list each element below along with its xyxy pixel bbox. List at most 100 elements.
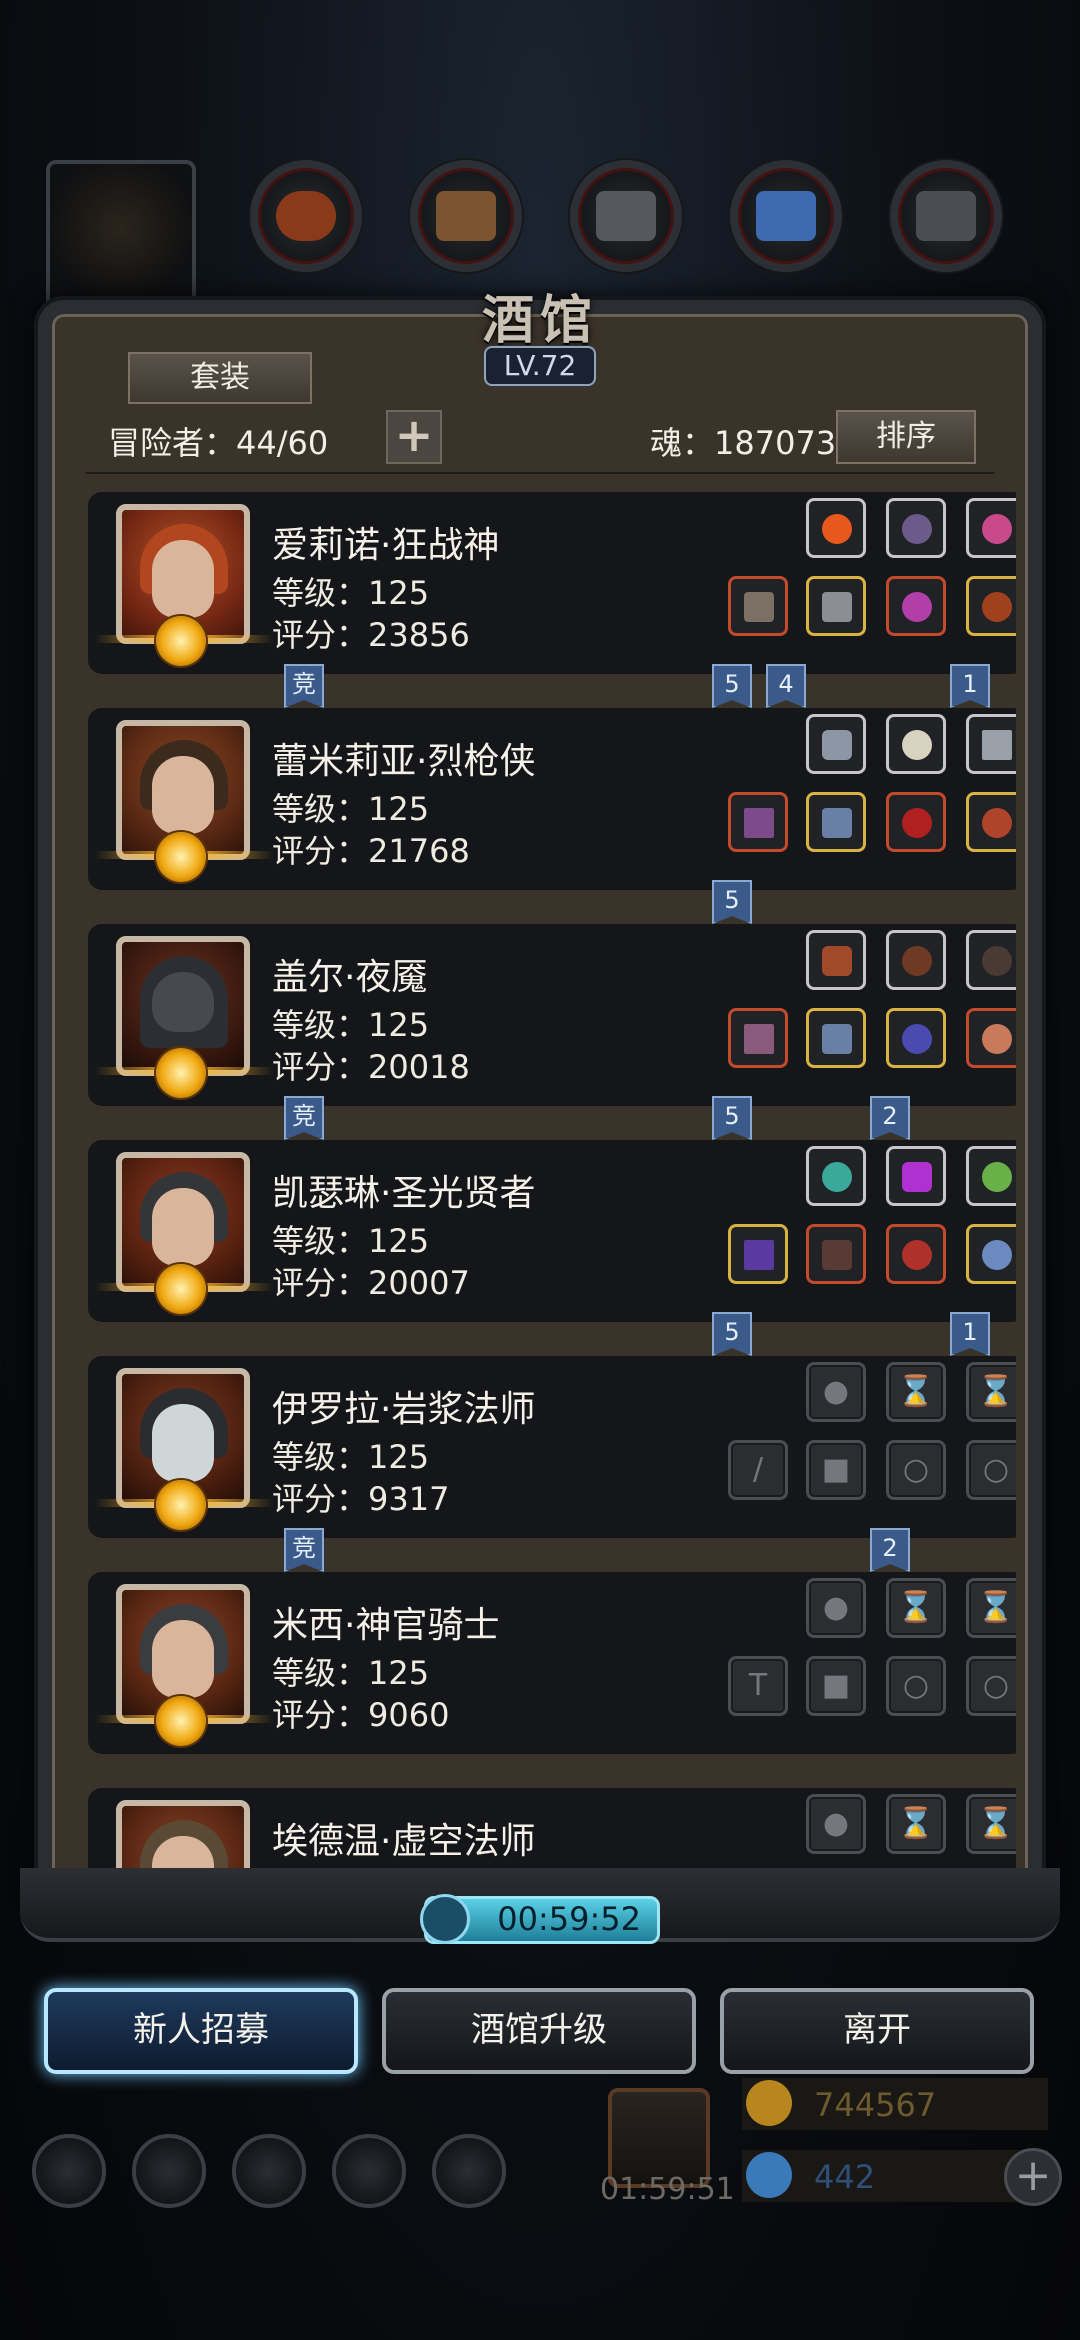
equip-slot[interactable]	[806, 714, 866, 774]
upgrade-flag: 1	[950, 1312, 990, 1356]
hero-list[interactable]: 爱莉诺·狂战神 等级：125 评分：23856 竞 5 4 1 蕾米莉亚·烈枪侠…	[66, 478, 1016, 1873]
hero-level: 等级：125	[272, 1006, 430, 1044]
empty-slot[interactable]: T	[728, 1656, 788, 1716]
hero-card[interactable]: 盖尔·夜魇 等级：125 评分：20018	[88, 924, 1016, 1106]
book-icon	[436, 191, 496, 241]
hero-card[interactable]: 埃德温·虚空法师 ● ⌛ ⌛	[88, 1788, 1016, 1873]
equip-slot[interactable]	[886, 930, 946, 990]
empty-slot[interactable]: ●	[806, 1794, 866, 1854]
equip-slot[interactable]	[886, 1008, 946, 1068]
dark-gem-icon	[902, 514, 932, 544]
empty-slot[interactable]: ⌛	[966, 1362, 1016, 1422]
equip-slot[interactable]	[806, 498, 866, 558]
upgrade-tavern-button[interactable]: 酒馆升级	[382, 1988, 696, 2074]
set-button[interactable]: 套装	[128, 352, 312, 404]
upgrade-flag: 2	[870, 1528, 910, 1572]
eye-ring-icon	[902, 808, 932, 838]
hero-card[interactable]: 米西·神官骑士 等级：125 评分：9060 ● ⌛ ⌛ T ■ ○ ○	[88, 1572, 1016, 1754]
flame-icon: ●	[822, 1806, 850, 1841]
page-title: 酒馆	[481, 290, 598, 351]
hero-card[interactable]: 爱莉诺·狂战神 等级：125 评分：23856	[88, 492, 1016, 674]
bag-icon	[276, 191, 336, 241]
empty-slot[interactable]: ●	[806, 1578, 866, 1638]
equip-slot[interactable]	[966, 714, 1016, 774]
face-shape	[152, 540, 214, 618]
sort-button[interactable]: 排序	[836, 410, 976, 464]
settings-gear-icon[interactable]	[32, 2134, 106, 2208]
tab-books[interactable]	[410, 160, 522, 272]
empty-slot[interactable]: ⌛	[966, 1578, 1016, 1638]
equip-slot[interactable]	[966, 498, 1016, 558]
equip-slot[interactable]	[966, 1224, 1016, 1284]
empty-slot[interactable]: ■	[806, 1656, 866, 1716]
equip-slot[interactable]	[886, 1146, 946, 1206]
tab-bags[interactable]	[250, 160, 362, 272]
equip-slot[interactable]	[886, 576, 946, 636]
empty-slot[interactable]: ○	[886, 1440, 946, 1500]
adventurer-count: 冒险者：44/60	[108, 424, 329, 462]
equip-slot[interactable]	[728, 1224, 788, 1284]
equip-slot[interactable]	[806, 792, 866, 852]
ring-icon: ○	[902, 1668, 930, 1703]
tab-crystals[interactable]	[730, 160, 842, 272]
armor-icon: ■	[821, 1452, 851, 1487]
hourglass-icon: ⌛	[977, 1374, 1015, 1409]
hero-card[interactable]: 凯瑟琳·圣光贤者 等级：125 评分：20007	[88, 1140, 1016, 1322]
equip-slot[interactable]	[886, 714, 946, 774]
flame-icon: ●	[822, 1590, 850, 1625]
staff-icon: /	[752, 1452, 764, 1487]
hero-name: 米西·神官骑士	[272, 1605, 500, 1646]
tab-steps[interactable]	[890, 160, 1002, 272]
equip-slot[interactable]	[806, 930, 866, 990]
upgrade-flag: 5	[712, 1096, 752, 1140]
mail-icon[interactable]	[332, 2134, 406, 2208]
equip-slot[interactable]	[886, 1224, 946, 1284]
empty-slot[interactable]: ○	[886, 1656, 946, 1716]
equip-slot[interactable]	[886, 498, 946, 558]
hero-name: 爱莉诺·狂战神	[272, 525, 500, 566]
equip-slot[interactable]	[966, 930, 1016, 990]
face-shape	[152, 1188, 214, 1266]
fire-gem-icon	[822, 514, 852, 544]
add-resource-button[interactable]: +	[1004, 2148, 1062, 2206]
equip-slot[interactable]	[966, 1008, 1016, 1068]
hero-card[interactable]: 伊罗拉·岩浆法师 等级：125 评分：9317 ● ⌛ ⌛ / ■ ○ ○	[88, 1356, 1016, 1538]
empty-slot[interactable]: ⌛	[886, 1362, 946, 1422]
upgrade-flag: 5	[712, 664, 752, 708]
equip-slot[interactable]	[966, 792, 1016, 852]
equip-slot[interactable]	[886, 792, 946, 852]
lantern-icon	[982, 1162, 1012, 1192]
map-icon[interactable]	[232, 2134, 306, 2208]
leave-button[interactable]: 离开	[720, 1988, 1034, 2074]
empty-slot[interactable]: ●	[806, 1362, 866, 1422]
equip-slot[interactable]	[806, 576, 866, 636]
empty-slot[interactable]: ■	[806, 1440, 866, 1500]
empty-slot[interactable]: /	[728, 1440, 788, 1500]
equip-slot[interactable]	[728, 792, 788, 852]
hammer-icon: T	[748, 1668, 768, 1703]
forge-icon[interactable]	[432, 2134, 506, 2208]
equip-slot[interactable]	[966, 576, 1016, 636]
tab-stairs[interactable]	[570, 160, 682, 272]
empty-slot[interactable]: ⌛	[886, 1794, 946, 1854]
add-slot-button[interactable]: +	[386, 410, 442, 464]
empty-slot[interactable]: ○	[966, 1440, 1016, 1500]
hero-level: 等级：125	[272, 1654, 430, 1692]
empty-slot[interactable]: ○	[966, 1656, 1016, 1716]
equip-slot[interactable]	[728, 576, 788, 636]
equip-slot[interactable]	[806, 1146, 866, 1206]
empty-slot[interactable]: ⌛	[966, 1794, 1016, 1854]
recruit-button[interactable]: 新人招募	[44, 1988, 358, 2074]
star-badge-icon[interactable]	[132, 2134, 206, 2208]
equip-slot[interactable]	[966, 1146, 1016, 1206]
ore-icon	[822, 946, 852, 976]
equip-slot[interactable]	[806, 1224, 866, 1284]
upgrade-flag: 4	[766, 664, 806, 708]
necklace-icon	[982, 1240, 1012, 1270]
equip-slot[interactable]	[728, 1008, 788, 1068]
upgrade-flag: 5	[712, 1312, 752, 1356]
empty-slot[interactable]: ⌛	[886, 1578, 946, 1638]
rock-icon	[822, 730, 852, 760]
equip-slot[interactable]	[806, 1008, 866, 1068]
hero-card[interactable]: 蕾米莉亚·烈枪侠 等级：125 评分：21768	[88, 708, 1016, 890]
